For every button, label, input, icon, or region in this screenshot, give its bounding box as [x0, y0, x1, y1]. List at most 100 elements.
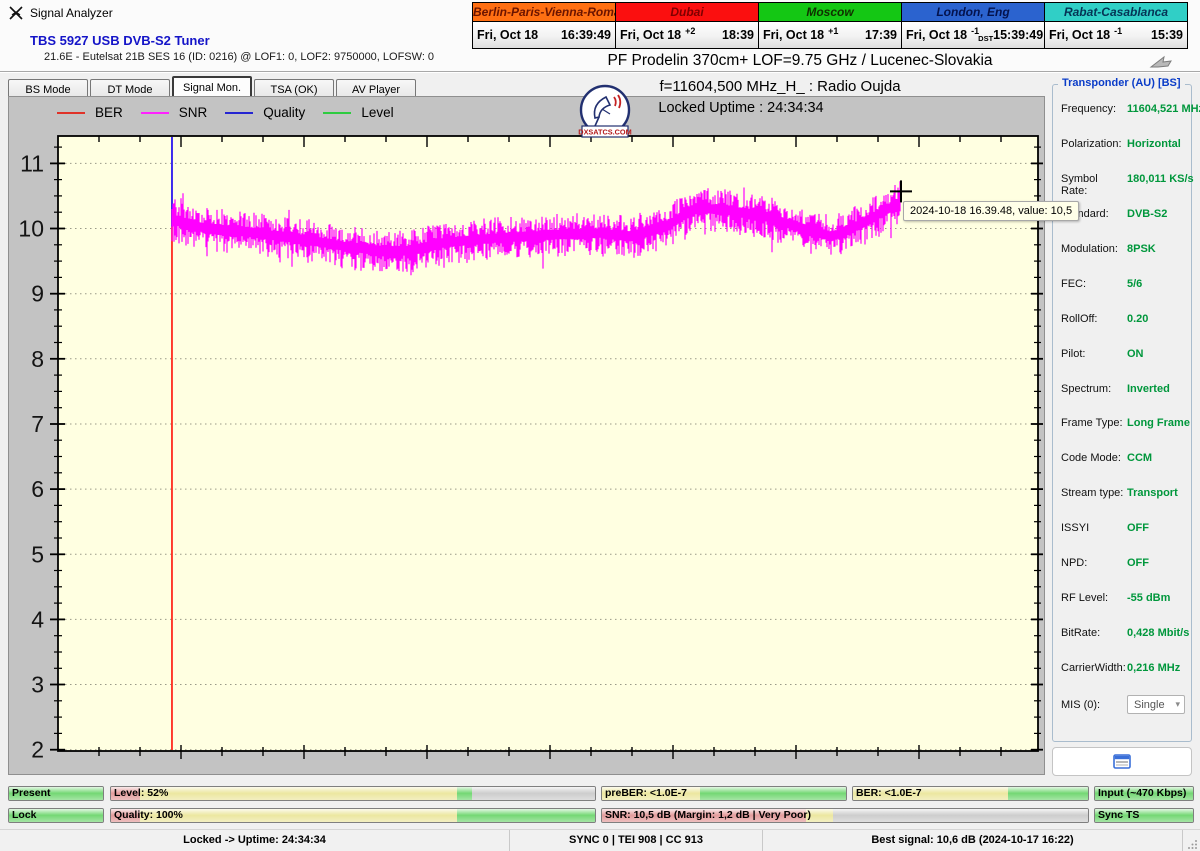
transponder-panel: Frequency: 11604,521 MHz Polarization: Hori…	[1052, 84, 1200, 742]
transponder-label: ISSYI	[1061, 522, 1090, 535]
clock-time-row: Fri, Oct 18 -1 15:39	[1045, 22, 1187, 48]
transponder-row: Pilot: ON	[1061, 348, 1187, 361]
legend-label: Quality	[263, 105, 306, 120]
transponder-value: 5/6	[1127, 277, 1143, 290]
transponder-value: Transport	[1127, 487, 1178, 500]
gauge-syncts: Sync TS	[1094, 808, 1194, 823]
clock-time-value: 16:39:49	[560, 28, 611, 42]
legend-swatch	[225, 111, 254, 114]
clock-time-row: Fri, Oct 18 -1 DST 15:39:49	[902, 22, 1044, 48]
transponder-value: DVB-S2	[1127, 207, 1168, 220]
transponder-value: Inverted	[1127, 382, 1170, 395]
transponder-label: CarrierWidth:	[1061, 662, 1126, 674]
gauge-label: SNR: 10,5 dB (Margin: 1,2 dB | Very Poor…	[605, 809, 811, 821]
header-block: Signal Analyzer TBS 5927 USB DVB-S2 Tune…	[0, 0, 1200, 72]
transponder-label: Spectrum:	[1061, 382, 1112, 395]
clock-date: Fri, Oct 18	[763, 28, 825, 42]
clock-utc-offset: -1	[1114, 26, 1123, 36]
window-report-icon	[1113, 754, 1131, 769]
svg-text:3: 3	[31, 672, 44, 698]
gauge-label: BER: <1.0E-7	[856, 787, 922, 799]
gauge-label: Quality: 100%	[114, 809, 183, 821]
legend-label: BER	[95, 105, 123, 120]
clock-time-row: Fri, Oct 18 +1 17:39	[759, 22, 901, 48]
gauge-label: Present	[12, 787, 51, 799]
svg-text:2: 2	[31, 737, 44, 763]
transponder-value: 0,216 MHz	[1127, 662, 1181, 674]
legend-item-snr: SNR	[140, 105, 208, 120]
clock-date: Fri, Oct 18	[906, 28, 968, 42]
logo-text: DXSATCS.COM	[578, 128, 631, 137]
transponder-row: FEC: 5/6	[1061, 278, 1187, 291]
gauge-preber: preBER: <1.0E-7	[601, 786, 847, 801]
clock-date: Fri, Oct 18	[1049, 28, 1111, 42]
transponder-row: ISSYI OFF	[1061, 522, 1187, 535]
transponder-row: Polarization: Horizontal	[1061, 138, 1187, 151]
dish-header: PF Prodelin 370cm+ LOF=9.75 GHz / Lucene…	[607, 52, 993, 69]
transponder-label: Modulation:	[1061, 242, 1118, 255]
transponder-row: Spectrum: Inverted	[1061, 383, 1187, 396]
legend-swatch	[140, 111, 169, 114]
chart-tooltip: 2024-10-18 16.39.48, value: 10,5	[903, 201, 1080, 221]
clock-rabat-casablanca: Rabat-Casablanca Fri, Oct 18 -1 15:39	[1044, 2, 1188, 49]
transponder-row: NPD: OFF	[1061, 557, 1187, 570]
report-button[interactable]	[1052, 747, 1192, 776]
clock-utc-offset: +1	[828, 26, 839, 36]
transponder-value: -55 dBm	[1127, 592, 1171, 605]
gauge-segment-green	[1008, 787, 1088, 800]
svg-text:9: 9	[31, 281, 44, 307]
clock-date: Fri, Oct 18	[477, 28, 539, 42]
legend-item-ber: BER	[57, 105, 123, 120]
transponder-label: FEC:	[1061, 277, 1087, 290]
transponder-row: Modulation: 8PSK	[1061, 243, 1187, 256]
gauge-present: Present	[8, 786, 104, 801]
clock-berlin-paris-vienna-roma: Berlin-Paris-Vienna-Roma Fri, Oct 18 16:39…	[472, 2, 616, 49]
clock-city-label: Berlin-Paris-Vienna-Roma	[473, 3, 615, 22]
transponder-value: Horizontal	[1127, 137, 1181, 150]
svg-text:5: 5	[31, 541, 44, 567]
transponder-value: 0,428 Mbit/s	[1127, 627, 1190, 640]
transponder-row: BitRate: 0,428 Mbit/s	[1061, 627, 1190, 640]
gauge-segment-green	[457, 809, 595, 822]
clock-time-value: 17:39	[865, 28, 897, 42]
gauge-label: Input (~470 Kbps)	[1098, 787, 1187, 799]
legend-item-level: Level	[323, 105, 394, 120]
legend-label: Level	[361, 105, 394, 120]
mis-label: MIS (0):	[1061, 698, 1101, 711]
clock-time-row: Fri, Oct 18 16:39:49	[473, 22, 615, 48]
transponder-label: NPD:	[1061, 557, 1088, 570]
transponder-label: BitRate:	[1061, 627, 1101, 640]
svg-text:4: 4	[31, 606, 44, 632]
clock-london-eng: London, Eng Fri, Oct 18 -1 DST 15:39:49	[901, 2, 1045, 49]
resize-grip[interactable]	[1184, 830, 1200, 851]
gauge-segment-gray	[471, 787, 595, 800]
pointer-icon	[1149, 55, 1172, 68]
gauge-lock: Lock	[8, 808, 104, 823]
statusbar-best-signal: Best signal: 10,6 dB (2024-10-17 16:22)	[763, 830, 1183, 851]
transponder-label: Code Mode:	[1061, 452, 1121, 465]
transponder-value: 0.20	[1127, 312, 1149, 325]
transponder-label: Frame Type:	[1061, 417, 1123, 430]
window-title: Signal Analyzer	[30, 6, 113, 20]
svg-text:10: 10	[18, 216, 44, 242]
clock-time-value: 18:39	[722, 28, 754, 42]
transponder-row: CarrierWidth: 0,216 MHz	[1061, 662, 1187, 675]
transponder-value: OFF	[1127, 557, 1149, 570]
gauge-segment-green	[457, 787, 472, 800]
legend-label: SNR	[178, 105, 208, 120]
transponder-rows: Frequency: 11604,521 MHz Polarization: Hori…	[1061, 103, 1200, 675]
gauge-input: Input (~470 Kbps)	[1094, 786, 1194, 801]
mis-select[interactable]: Single ▾	[1127, 695, 1185, 714]
statusbar-lock-uptime: Locked -> Uptime: 24:34:34	[0, 830, 510, 851]
statusbar-sync-counters: SYNC 0 | TEI 908 | CC 913	[510, 830, 763, 851]
transponder-label: Polarization:	[1061, 137, 1122, 150]
mis-value: Single	[1134, 698, 1165, 711]
transponder-row: RollOff: 0.20	[1061, 313, 1187, 326]
window-titlebar: Signal Analyzer	[0, 0, 113, 26]
signal-chart[interactable]: 2 3 4 5 6 7 8 9 10 11	[9, 97, 1044, 774]
clock-city-label: Moscow	[759, 3, 901, 22]
gauge-label: Level: 52%	[114, 787, 169, 799]
transponder-value: ON	[1127, 347, 1144, 360]
clock-dubai: Dubai Fri, Oct 18 +2 18:39	[615, 2, 759, 49]
legend-swatch	[57, 111, 85, 114]
